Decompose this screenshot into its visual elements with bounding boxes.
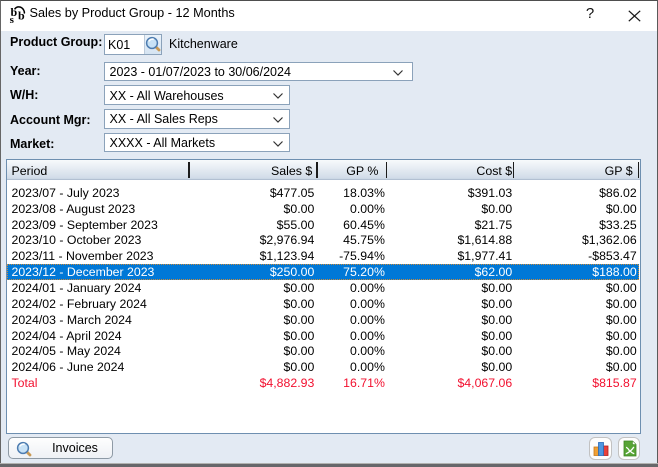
- svg-text:s: s: [10, 14, 15, 26]
